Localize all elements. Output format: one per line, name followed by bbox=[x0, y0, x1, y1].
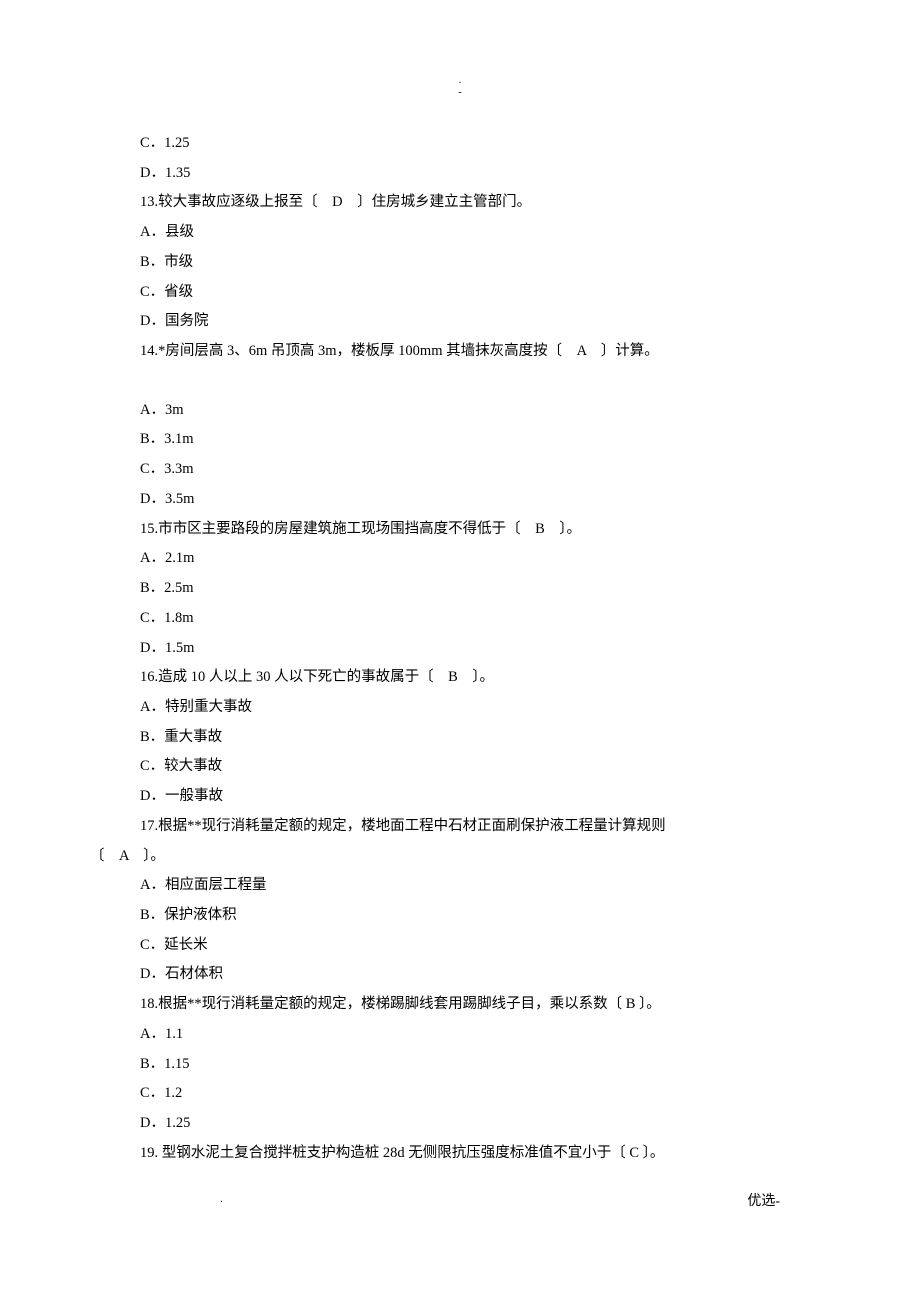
text-line: A．县级 bbox=[90, 218, 830, 248]
text-line: A．相应面层工程量 bbox=[90, 871, 830, 901]
text-line: D．1.25 bbox=[90, 1109, 830, 1139]
text-line: C．延长米 bbox=[90, 931, 830, 961]
text-line: A．特别重大事故 bbox=[90, 693, 830, 723]
text-line: A．1.1 bbox=[90, 1020, 830, 1050]
header-dot: . bbox=[90, 75, 830, 87]
text-line: 13.较大事故应逐级上报至〔 D 〕住房城乡建立主管部门。 bbox=[90, 188, 830, 218]
text-line: C．1.25 bbox=[90, 129, 830, 159]
text-line: D．1.5m bbox=[90, 634, 830, 664]
document-page: . - C．1.25 D．1.35 13.较大事故应逐级上报至〔 D 〕住房城乡… bbox=[0, 0, 920, 1257]
text-line: 19. 型钢水泥土复合搅拌桩支护构造桩 28d 无侧限抗压强度标准值不宜小于〔 … bbox=[90, 1139, 830, 1169]
text-line: B．1.15 bbox=[90, 1050, 830, 1080]
text-line: 18.根据**现行消耗量定额的规定，楼梯踢脚线套用踢脚线子目，乘以系数〔 B 〕… bbox=[90, 990, 830, 1020]
document-content: C．1.25 D．1.35 13.较大事故应逐级上报至〔 D 〕住房城乡建立主管… bbox=[90, 129, 830, 1168]
text-line: B．重大事故 bbox=[90, 723, 830, 753]
text-line: D．3.5m bbox=[90, 485, 830, 515]
text-line: A．2.1m bbox=[90, 544, 830, 574]
text-line: B．2.5m bbox=[90, 574, 830, 604]
text-line: A．3m bbox=[90, 396, 830, 426]
text-line: D．国务院 bbox=[90, 307, 830, 337]
header-marks: . - bbox=[90, 75, 830, 99]
text-line: B．市级 bbox=[90, 248, 830, 278]
text-line: C．3.3m bbox=[90, 455, 830, 485]
text-line: C．较大事故 bbox=[90, 752, 830, 782]
text-line: D．石材体积 bbox=[90, 960, 830, 990]
text-line: 15.市市区主要路段的房屋建筑施工现场围挡高度不得低于〔 B 〕。 bbox=[90, 515, 830, 545]
text-line: C．1.2 bbox=[90, 1079, 830, 1109]
footer-left: . bbox=[220, 1188, 223, 1217]
blank-line bbox=[90, 367, 830, 396]
text-line: B．3.1m bbox=[90, 425, 830, 455]
footer-right: 优选- bbox=[747, 1188, 780, 1217]
text-line: 14.*房间层高 3、6m 吊顶高 3m，楼板厚 100mm 其墙抹灰高度按〔 … bbox=[90, 337, 830, 367]
text-line: D．一般事故 bbox=[90, 782, 830, 812]
text-line: 16.造成 10 人以上 30 人以下死亡的事故属于〔 B 〕。 bbox=[90, 663, 830, 693]
header-dash: - bbox=[90, 87, 830, 99]
text-line: C．省级 bbox=[90, 278, 830, 308]
page-footer: . 优选- bbox=[90, 1168, 830, 1217]
text-line: D．1.35 bbox=[90, 159, 830, 189]
text-line: 17.根据**现行消耗量定额的规定，楼地面工程中石材正面刷保护液工程量计算规则 bbox=[90, 812, 830, 842]
text-line: B．保护液体积 bbox=[90, 901, 830, 931]
text-line: C．1.8m bbox=[90, 604, 830, 634]
text-line: 〔 A 〕。 bbox=[90, 842, 830, 872]
